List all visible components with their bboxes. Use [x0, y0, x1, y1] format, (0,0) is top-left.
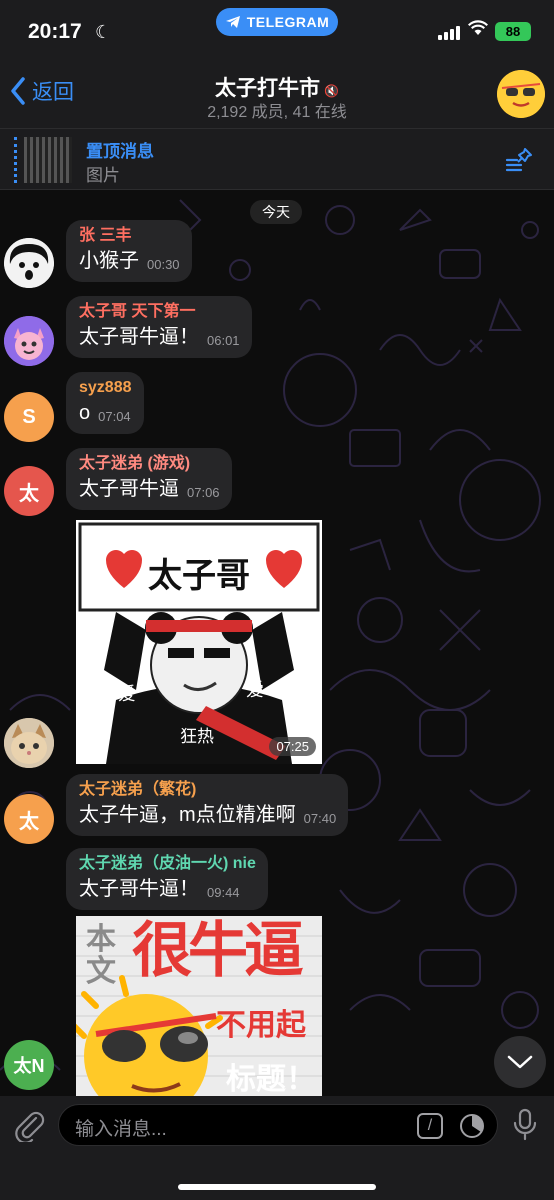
- home-indicator: [178, 1184, 376, 1190]
- sticker-word: 狂热: [180, 727, 214, 746]
- avatar[interactable]: S: [4, 392, 54, 442]
- chat-header: 太子打牛市 🔇 2,192 成员, 41 在线 返回: [0, 60, 554, 128]
- telegram-icon: [225, 16, 240, 28]
- sticker-text: 文: [86, 955, 116, 988]
- timer-button[interactable]: [459, 1113, 485, 1139]
- status-time: 20:17: [28, 20, 82, 43]
- pinned-thumbnail: [24, 137, 72, 183]
- telegram-pill-label: TELEGRAM: [246, 14, 330, 30]
- avatar-letter: 太N: [13, 1056, 45, 1076]
- input-placeholder: 输入消息...: [75, 1119, 167, 1140]
- pin-list-icon[interactable]: [505, 145, 535, 175]
- sticker-text: 本: [86, 923, 116, 956]
- message-text: 太子哥牛逼！: [79, 878, 199, 900]
- group-avatar[interactable]: [497, 70, 545, 118]
- sender-name[interactable]: 太子迷弟（皮油一火) nie: [79, 854, 256, 874]
- scroll-down-button[interactable]: [494, 1036, 546, 1088]
- sticker-big-text: 很牛逼: [132, 917, 304, 984]
- message-time: 07:25: [269, 737, 316, 756]
- pin-indicator: [14, 137, 17, 183]
- avatar[interactable]: [4, 718, 54, 768]
- sender-name[interactable]: syz888: [79, 378, 132, 398]
- back-label: 返回: [32, 81, 74, 104]
- wifi-icon: [468, 20, 488, 41]
- message-bubble[interactable]: 张 三丰 小猴子 00:30: [66, 220, 192, 282]
- chat-subtitle: 2,192 成员, 41 在线: [207, 104, 347, 121]
- sender-name[interactable]: 太子迷弟（繁花): [79, 780, 336, 800]
- message-bubble[interactable]: 太子迷弟（皮油一火) nie 太子哥牛逼！ 09:44: [66, 848, 268, 910]
- sender-name[interactable]: 张 三丰: [79, 226, 180, 246]
- chevron-left-icon: [11, 77, 25, 105]
- avatar[interactable]: 太: [4, 466, 54, 516]
- message-text: 太子牛逼，m点位精准啊: [79, 804, 296, 826]
- mute-icon: 🔇: [324, 84, 339, 98]
- telegram-pill[interactable]: TELEGRAM: [216, 8, 338, 36]
- message-bubble[interactable]: 太子迷弟（繁花) 太子牛逼，m点位精准啊 07:40: [66, 774, 349, 836]
- microphone-button[interactable]: [510, 1108, 540, 1142]
- chat-title: 太子打牛市: [215, 77, 321, 100]
- message-text: 太子哥牛逼: [79, 478, 179, 500]
- chat-area[interactable]: 今天 张 三丰 小猴子 00:30 太子哥 天下第一 太子哥牛逼！ 06:01 S …: [0, 190, 554, 1096]
- avatar-letter: S: [22, 405, 36, 428]
- avatar[interactable]: [4, 316, 54, 366]
- pinned-text: 图片: [86, 166, 120, 185]
- message-input[interactable]: 输入消息... /: [58, 1104, 498, 1146]
- battery-level: 88: [505, 24, 521, 39]
- date-separator: 今天: [250, 200, 302, 224]
- sticker-message[interactable]: 本 文 很牛逼 不用起 标题！: [76, 916, 322, 1096]
- avatar[interactable]: [4, 238, 54, 288]
- moon-icon: ☾: [95, 22, 112, 42]
- message-bubble[interactable]: 太子迷弟 (游戏) 太子哥牛逼 07:06: [66, 448, 232, 510]
- message-time: 07:40: [303, 811, 337, 826]
- status-bar: 20:17 ☾ TELEGRAM 88: [0, 0, 554, 60]
- timer-icon: [460, 1114, 484, 1138]
- sticker-message[interactable]: 太子哥 爱 爱 狂热 07:25: [76, 520, 322, 764]
- message-text: o: [79, 402, 91, 424]
- sticker-text: 不用起: [216, 1009, 306, 1042]
- signal-icon: [438, 26, 460, 40]
- chevron-down-icon: [507, 1055, 533, 1069]
- message-bubble[interactable]: syz888 o 07:04: [66, 372, 144, 434]
- message-text: 小猴子: [79, 250, 139, 272]
- avatar-letter: 太: [19, 810, 39, 833]
- input-bar: 输入消息... /: [0, 1096, 554, 1200]
- command-button[interactable]: /: [417, 1113, 443, 1139]
- back-button[interactable]: 返回: [10, 76, 74, 106]
- sticker-word: 爱: [246, 680, 264, 700]
- sticker-text: 标题！: [226, 1063, 316, 1096]
- paperclip-icon: [15, 1111, 45, 1144]
- message-time: 00:30: [147, 257, 180, 272]
- avatar[interactable]: 太N: [4, 1040, 54, 1090]
- attach-button[interactable]: [12, 1108, 46, 1144]
- sticker-word: 爱: [118, 684, 136, 704]
- sticker-banner-text: 太子哥: [148, 557, 250, 595]
- message-bubble[interactable]: 太子哥 天下第一 太子哥牛逼！ 06:01: [66, 296, 252, 358]
- sender-name[interactable]: 太子迷弟 (游戏): [79, 454, 220, 474]
- battery-icon: 88: [495, 22, 531, 41]
- message-time: 07:06: [187, 485, 220, 500]
- message-time: 06:01: [207, 333, 240, 348]
- microphone-icon: [513, 1108, 537, 1141]
- message-text: 太子哥牛逼！: [79, 326, 199, 348]
- sender-name[interactable]: 太子哥 天下第一: [79, 302, 240, 322]
- message-time: 09:44: [207, 885, 240, 900]
- pinned-title: 置顶消息: [86, 142, 154, 161]
- pinned-message-bar[interactable]: 置顶消息 图片: [0, 128, 554, 190]
- avatar-letter: 太: [19, 482, 39, 505]
- avatar[interactable]: 太: [4, 794, 54, 844]
- message-time: 07:04: [98, 409, 131, 424]
